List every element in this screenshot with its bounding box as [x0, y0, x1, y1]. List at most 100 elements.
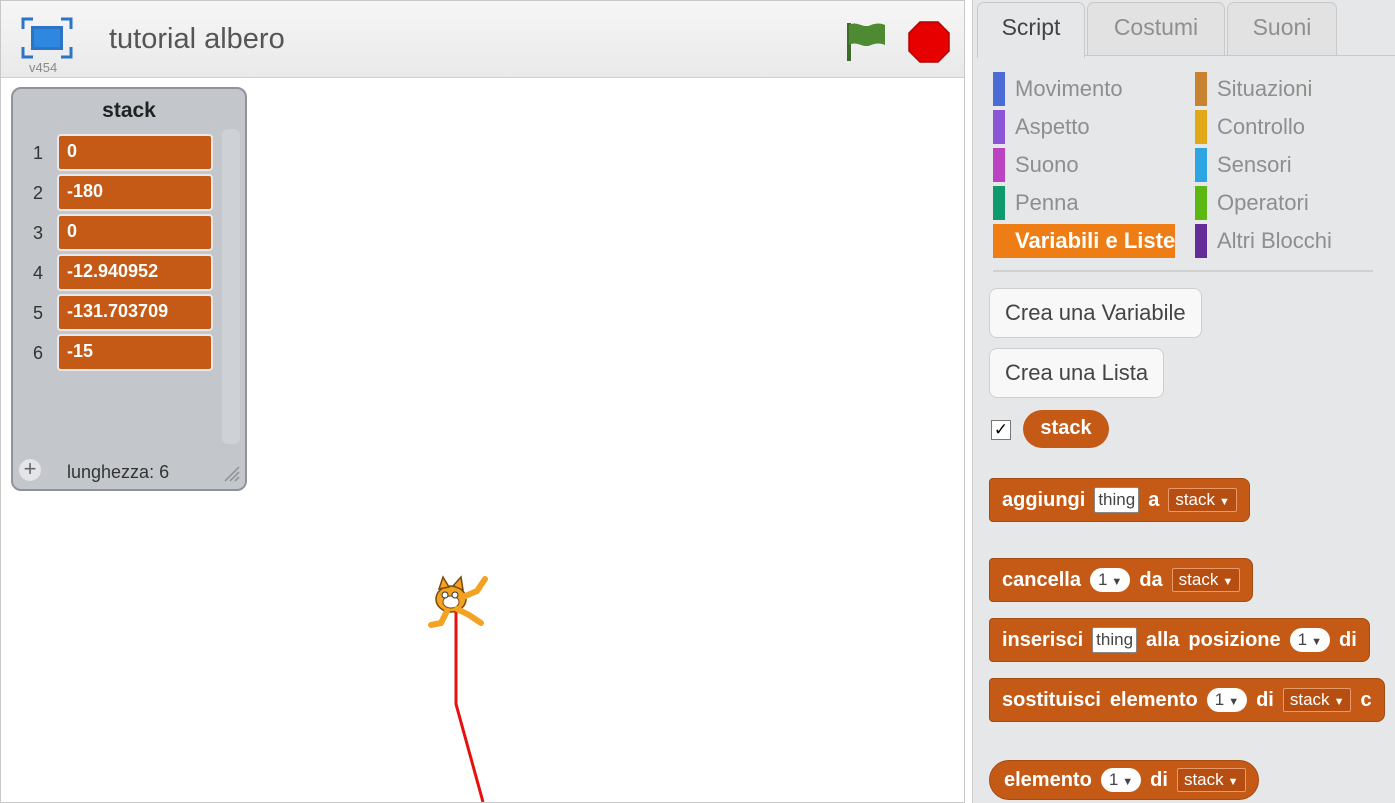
thing-input[interactable]: thing: [1094, 487, 1140, 513]
list-monitor-stack[interactable]: stack 1 0 2 -180 3 0 4 -12.940952 5 -131.703709 6-…: [11, 87, 247, 491]
create-list-button[interactable]: Crea una Lista: [989, 348, 1165, 398]
index-dropdown[interactable]: 1 ▼: [1289, 628, 1330, 652]
list-monitor-row: 5 -131.703709: [13, 293, 245, 331]
tab-costumes[interactable]: Costumi: [1087, 2, 1225, 56]
index-value: 1: [1108, 770, 1119, 789]
list-monitor-row: 2 -180: [13, 173, 245, 211]
index-dropdown[interactable]: 1 ▼: [1089, 568, 1131, 592]
category-label: Variabili e Liste: [1015, 228, 1175, 253]
list-dropdown-value: stack: [1175, 490, 1216, 509]
index-dropdown[interactable]: 1 ▼: [1206, 688, 1248, 712]
list-item-value[interactable]: 0: [57, 214, 213, 251]
category-color-swatch: [1195, 224, 1207, 258]
create-variable-button[interactable]: Crea una Variabile: [989, 288, 1202, 338]
delete-from-list-block[interactable]: cancella 1 ▼ da stack ▼: [989, 558, 1254, 602]
stage-panel: v454 tutorial albero stack 1 0 2 -180 3 …: [0, 0, 965, 803]
insert-at-list-block[interactable]: inserisci thing alla posizione 1 ▼ di: [989, 618, 1370, 662]
replace-item-block[interactable]: sostituisci elemento 1 ▼ di stack ▼ c: [989, 678, 1385, 722]
block-word: di: [1339, 628, 1357, 651]
category-color-swatch: [993, 148, 1005, 182]
chevron-down-icon: ▼: [1228, 696, 1240, 708]
block-word: inserisci: [1002, 628, 1084, 651]
list-item-index: 1: [32, 143, 43, 163]
add-to-list-block[interactable]: aggiungi thing a stack ▼: [989, 478, 1250, 522]
stack-monitor-checkbox[interactable]: ✓: [991, 420, 1011, 440]
index-dropdown[interactable]: 1 ▼: [1100, 768, 1142, 792]
chevron-down-icon: ▼: [1227, 776, 1239, 788]
tab-divider: [1085, 55, 1395, 56]
category-sensori[interactable]: Sensori: [1195, 148, 1292, 182]
list-add-item-button[interactable]: +: [19, 458, 41, 481]
category-aspetto[interactable]: Aspetto: [993, 110, 1090, 144]
stop-icon[interactable]: [907, 20, 951, 64]
block-word: di: [1150, 768, 1168, 791]
category-situazioni[interactable]: Situazioni: [1195, 72, 1312, 106]
category-operatori[interactable]: Operatori: [1195, 186, 1309, 220]
thing-input[interactable]: thing: [1092, 627, 1138, 653]
block-word: da: [1139, 568, 1163, 591]
list-monitor-row: 30: [13, 213, 245, 251]
stack-reporter-block[interactable]: stack: [1023, 410, 1109, 448]
item-of-list-reporter[interactable]: elemento 1 ▼ di stack ▼: [989, 760, 1259, 800]
list-item-index: 2: [32, 183, 43, 203]
category-color-swatch: [993, 186, 1005, 220]
list-dropdown-value: stack: [1289, 690, 1330, 709]
list-item-value[interactable]: -12.940952: [57, 254, 213, 291]
block-word: posizione: [1188, 628, 1281, 651]
list-item-index: 6: [32, 343, 43, 363]
list-monitor-title: stack: [102, 99, 156, 122]
fullscreen-icon[interactable]: [19, 15, 75, 61]
category-label: Controllo: [1217, 114, 1306, 139]
list-dropdown[interactable]: stack ▼: [1171, 568, 1241, 592]
list-dropdown-value: stack: [1178, 570, 1219, 589]
chevron-down-icon: ▼: [1222, 576, 1234, 588]
tab-script[interactable]: Script: [977, 2, 1085, 58]
category-variabili-e-liste[interactable]: Variabili e Liste: [993, 224, 1175, 258]
list-item-index: 5: [32, 303, 43, 323]
index-value: 1: [1297, 630, 1308, 649]
resize-handle-icon[interactable]: [221, 463, 241, 483]
category-label: Movimento: [1015, 76, 1123, 101]
cat-sprite[interactable]: [425, 575, 491, 629]
category-color-swatch: [1195, 148, 1207, 182]
chevron-down-icon: ▼: [1311, 636, 1322, 648]
list-item-value[interactable]: -180: [57, 174, 213, 211]
list-item-index: 4: [32, 263, 43, 283]
scratch-editor: v454 tutorial albero stack 1 0 2 -180 3 …: [0, 0, 1395, 803]
category-color-swatch: [993, 72, 1005, 106]
block-word: alla: [1146, 628, 1180, 651]
block-word: aggiungi: [1002, 488, 1086, 511]
list-monitor-row: 10: [13, 133, 245, 171]
category-label: Penna: [1015, 190, 1079, 215]
block-word: elemento: [1004, 768, 1092, 791]
tab-sounds[interactable]: Suoni: [1227, 2, 1337, 56]
category-color-swatch: [1195, 72, 1207, 106]
category-color-swatch: [993, 110, 1005, 144]
chevron-down-icon: ▼: [1333, 696, 1345, 708]
category-controllo[interactable]: Controllo: [1195, 110, 1305, 144]
block-word: c: [1360, 688, 1372, 711]
block-word: sostituisci: [1002, 688, 1101, 711]
list-dropdown[interactable]: stack ▼: [1176, 768, 1246, 792]
project-title: tutorial albero: [109, 23, 285, 55]
category-suono[interactable]: Suono: [993, 148, 1079, 182]
category-altri-blocchi[interactable]: Altri Blocchi: [1195, 224, 1332, 258]
category-movimento[interactable]: Movimento: [993, 72, 1123, 106]
category-divider: [993, 270, 1373, 272]
list-dropdown[interactable]: stack ▼: [1168, 488, 1237, 512]
list-item-value[interactable]: -15: [57, 334, 213, 371]
list-dropdown[interactable]: stack ▼: [1282, 688, 1352, 712]
block-word: elemento: [1109, 688, 1198, 711]
category-color-swatch: [993, 224, 1005, 258]
block-word: di: [1256, 688, 1274, 711]
list-monitor-row: 6 -15: [13, 333, 245, 371]
list-scrollbar[interactable]: [222, 129, 240, 444]
list-item-value[interactable]: 0: [57, 134, 213, 171]
category-penna[interactable]: Penna: [993, 186, 1079, 220]
category-color-swatch: [1195, 186, 1207, 220]
list-item-value[interactable]: -131.703709: [57, 294, 213, 331]
category-color-swatch: [1195, 110, 1207, 144]
green-flag-icon[interactable]: [839, 19, 889, 63]
list-item-index: 3: [32, 223, 43, 243]
index-value: 1: [1214, 690, 1225, 709]
